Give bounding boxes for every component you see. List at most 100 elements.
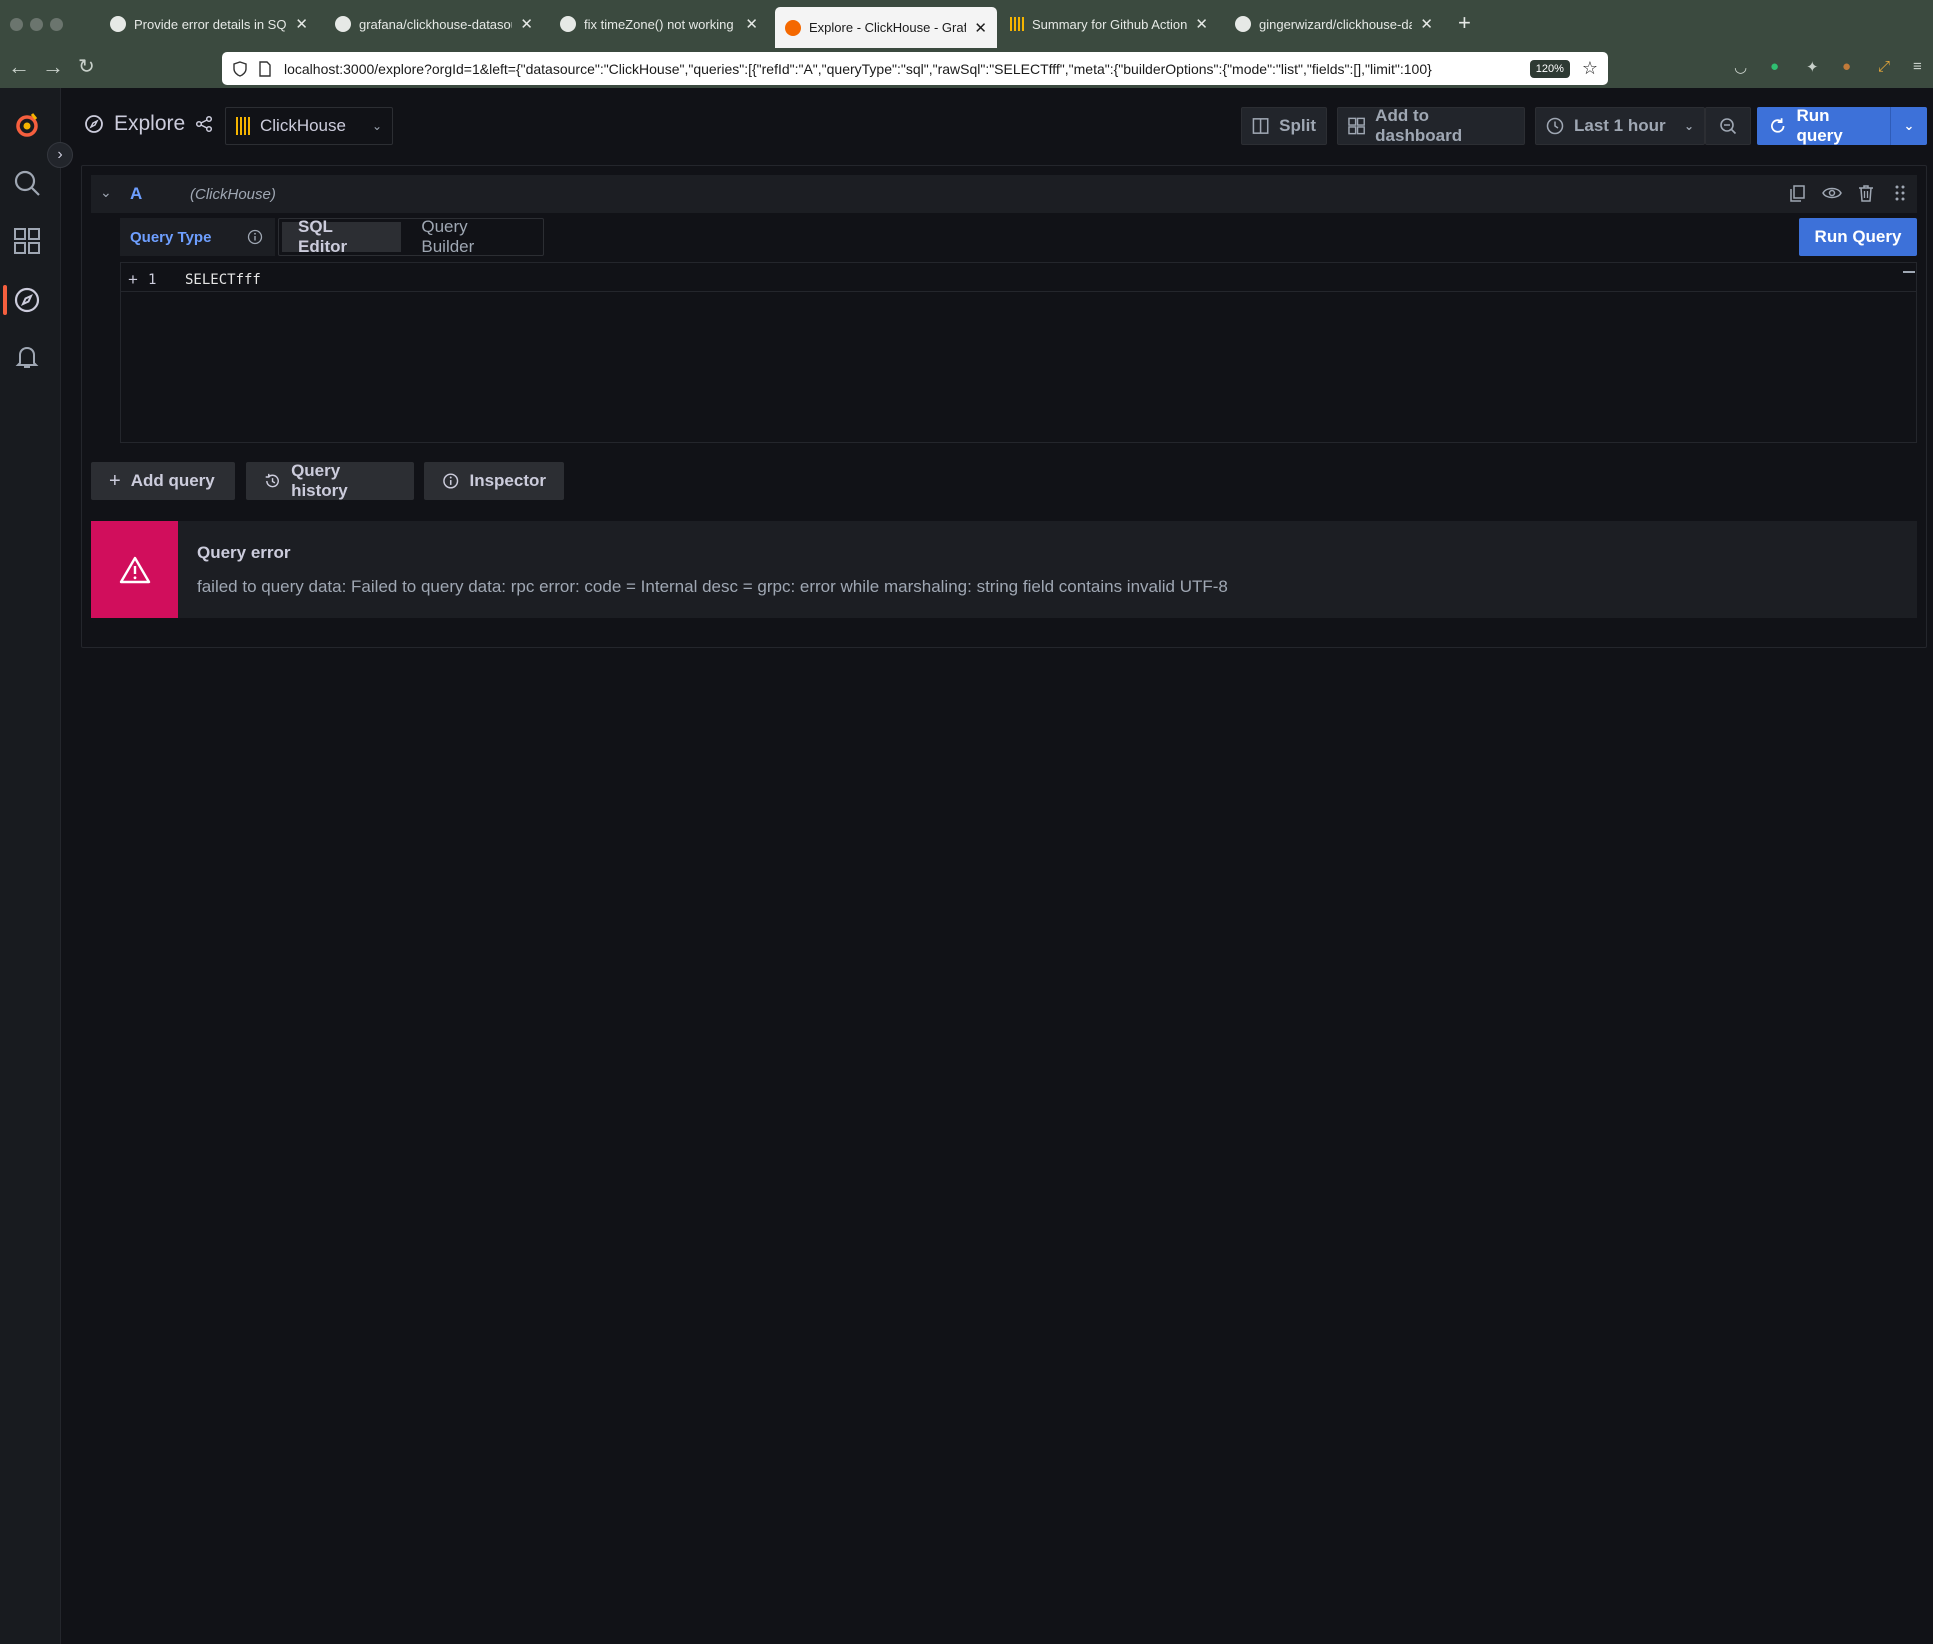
active-indicator	[3, 285, 7, 315]
new-tab-icon[interactable]: +	[1458, 10, 1471, 36]
browser-tab[interactable]: Provide error details in SQL edit ✕	[100, 7, 318, 41]
page-icon	[259, 60, 271, 77]
grafana-logo-icon[interactable]	[12, 110, 42, 140]
extension-icon[interactable]: ●	[1842, 58, 1860, 76]
query-row-header	[91, 175, 1917, 213]
dashboards-icon[interactable]	[12, 226, 42, 256]
time-range-picker[interactable]: Last 1 hour ⌄	[1535, 107, 1705, 145]
search-icon[interactable]	[12, 168, 42, 198]
drag-handle-icon[interactable]	[1890, 183, 1910, 203]
query-type-segmented-control: SQL Editor Query Builder	[278, 217, 544, 256]
zoom-out-icon	[1720, 118, 1737, 135]
page-title: Explore	[84, 112, 213, 136]
run-query-label: Run query	[1796, 106, 1843, 145]
add-query-label: Add query	[130, 471, 215, 490]
share-icon[interactable]	[195, 115, 213, 133]
close-icon[interactable]: ✕	[1420, 15, 1433, 33]
info-icon[interactable]	[247, 229, 263, 245]
duplicate-query-icon[interactable]	[1788, 183, 1808, 203]
expand-menu-button[interactable]: ›	[47, 142, 73, 168]
github-icon	[1235, 16, 1251, 32]
side-menu	[0, 88, 61, 1644]
editor-scrollbar[interactable]	[1903, 271, 1915, 273]
window-zoom-button[interactable]	[50, 18, 63, 31]
window-minimize-button[interactable]	[30, 18, 43, 31]
alert-title: Query error	[197, 543, 291, 562]
extension-icon[interactable]: ✦	[1806, 58, 1824, 76]
query-builder-tab[interactable]: Query Builder	[405, 217, 540, 256]
trash-icon[interactable]	[1856, 183, 1876, 203]
github-icon	[110, 16, 126, 32]
close-icon[interactable]: ✕	[1195, 15, 1208, 33]
grammarly-icon[interactable]: ●	[1770, 58, 1788, 76]
add-line-icon[interactable]: +	[128, 270, 138, 290]
dashboards-icon	[1348, 117, 1365, 135]
code-text[interactable]: SELECTfff	[185, 272, 261, 288]
compass-icon	[85, 115, 103, 133]
alert-icon-box	[91, 521, 178, 618]
datasource-name: ClickHouse	[260, 116, 346, 135]
info-icon	[443, 473, 459, 489]
split-label: Split	[1279, 116, 1316, 135]
zoom-badge[interactable]: 120%	[1529, 59, 1570, 78]
refresh-icon	[1771, 118, 1785, 133]
warning-triangle-icon	[119, 556, 150, 583]
add-query-button[interactable]: + Add query	[91, 462, 235, 500]
back-icon[interactable]: ←	[8, 54, 30, 80]
url-text: localhost:3000/explore?orgId=1&left={"da…	[284, 60, 1432, 77]
editor-line: + 1 SELECTfff	[121, 269, 1916, 292]
add-to-dashboard-button[interactable]: Add to dashboard	[1337, 106, 1525, 145]
close-icon[interactable]: ✕	[745, 15, 758, 33]
browser-tab[interactable]: gingerwizard/clickhouse-dataso ✕	[1225, 7, 1443, 41]
eye-icon[interactable]	[1822, 183, 1842, 203]
split-button[interactable]: Split	[1241, 107, 1327, 145]
menu-icon[interactable]: ≡	[1913, 58, 1931, 76]
run-query-options-button[interactable]: ⌄	[1890, 107, 1927, 145]
query-history-label: Query history	[291, 461, 348, 500]
alerting-bell-icon[interactable]	[12, 342, 42, 372]
add-to-dashboard-label: Add to dashboard	[1375, 106, 1463, 145]
tab-title: fix timeZone() not working on v	[584, 16, 737, 32]
pocket-icon[interactable]: ◡	[1734, 58, 1752, 76]
tab-title: grafana/clickhouse-datasource	[359, 16, 512, 32]
query-history-button[interactable]: Query history	[246, 461, 414, 500]
browser-tab-bar: Provide error details in SQL edit ✕ graf…	[0, 0, 1933, 48]
clickhouse-icon	[1010, 17, 1024, 31]
window-close-button[interactable]	[10, 18, 23, 31]
zoom-out-button[interactable]	[1705, 107, 1751, 145]
reload-icon[interactable]: ↻	[78, 54, 95, 79]
run-query-button[interactable]: Run query ⌄	[1757, 106, 1927, 146]
chevron-down-icon: ⌄	[1683, 119, 1694, 133]
browser-tab-active[interactable]: Explore - ClickHouse - Grafana ✕	[775, 7, 997, 48]
tab-title: gingerwizard/clickhouse-dataso	[1259, 16, 1413, 32]
time-range-label: Last 1 hour	[1574, 116, 1666, 135]
run-query-main[interactable]: Run query	[1757, 106, 1890, 146]
shield-icon	[233, 60, 247, 77]
url-bar[interactable]: localhost:3000/explore?orgId=1&left={"da…	[222, 52, 1608, 85]
grafana-icon	[785, 19, 801, 36]
datasource-picker[interactable]: ClickHouse ⌄	[225, 107, 393, 145]
tab-title: Explore - ClickHouse - Grafana	[809, 20, 967, 35]
inspector-label: Inspector	[469, 471, 546, 490]
close-icon[interactable]: ✕	[295, 15, 308, 33]
inspector-button[interactable]: Inspector	[424, 462, 564, 500]
plus-icon: +	[109, 469, 121, 492]
explore-compass-icon[interactable]	[12, 285, 42, 315]
collapse-chevron-icon[interactable]: ⌄	[100, 184, 112, 201]
github-icon	[335, 16, 351, 32]
sql-editor[interactable]: + 1 SELECTfff	[120, 262, 1917, 443]
bookmark-star-icon[interactable]: ☆	[1582, 58, 1598, 79]
close-icon[interactable]: ✕	[974, 19, 987, 37]
browser-tab[interactable]: Summary for Github Actions - C ✕	[1000, 7, 1218, 41]
close-icon[interactable]: ✕	[520, 15, 533, 33]
browser-tab[interactable]: fix timeZone() not working on v ✕	[550, 7, 768, 41]
extension-icon[interactable]: ⤢	[1878, 58, 1896, 76]
browser-tab[interactable]: grafana/clickhouse-datasource ✕	[325, 7, 543, 41]
sql-editor-tab[interactable]: SQL Editor	[282, 217, 402, 256]
browser-nav-bar: ← → ↻ localhost:3000/explore?orgId=1&lef…	[0, 48, 1933, 88]
tab-title: Provide error details in SQL edit	[134, 16, 287, 32]
run-query-inline-button[interactable]: Run Query	[1799, 218, 1917, 256]
forward-icon[interactable]: →	[42, 54, 64, 80]
query-ref-id[interactable]: A	[130, 184, 142, 204]
chevron-down-icon: ⌄	[1903, 118, 1915, 133]
